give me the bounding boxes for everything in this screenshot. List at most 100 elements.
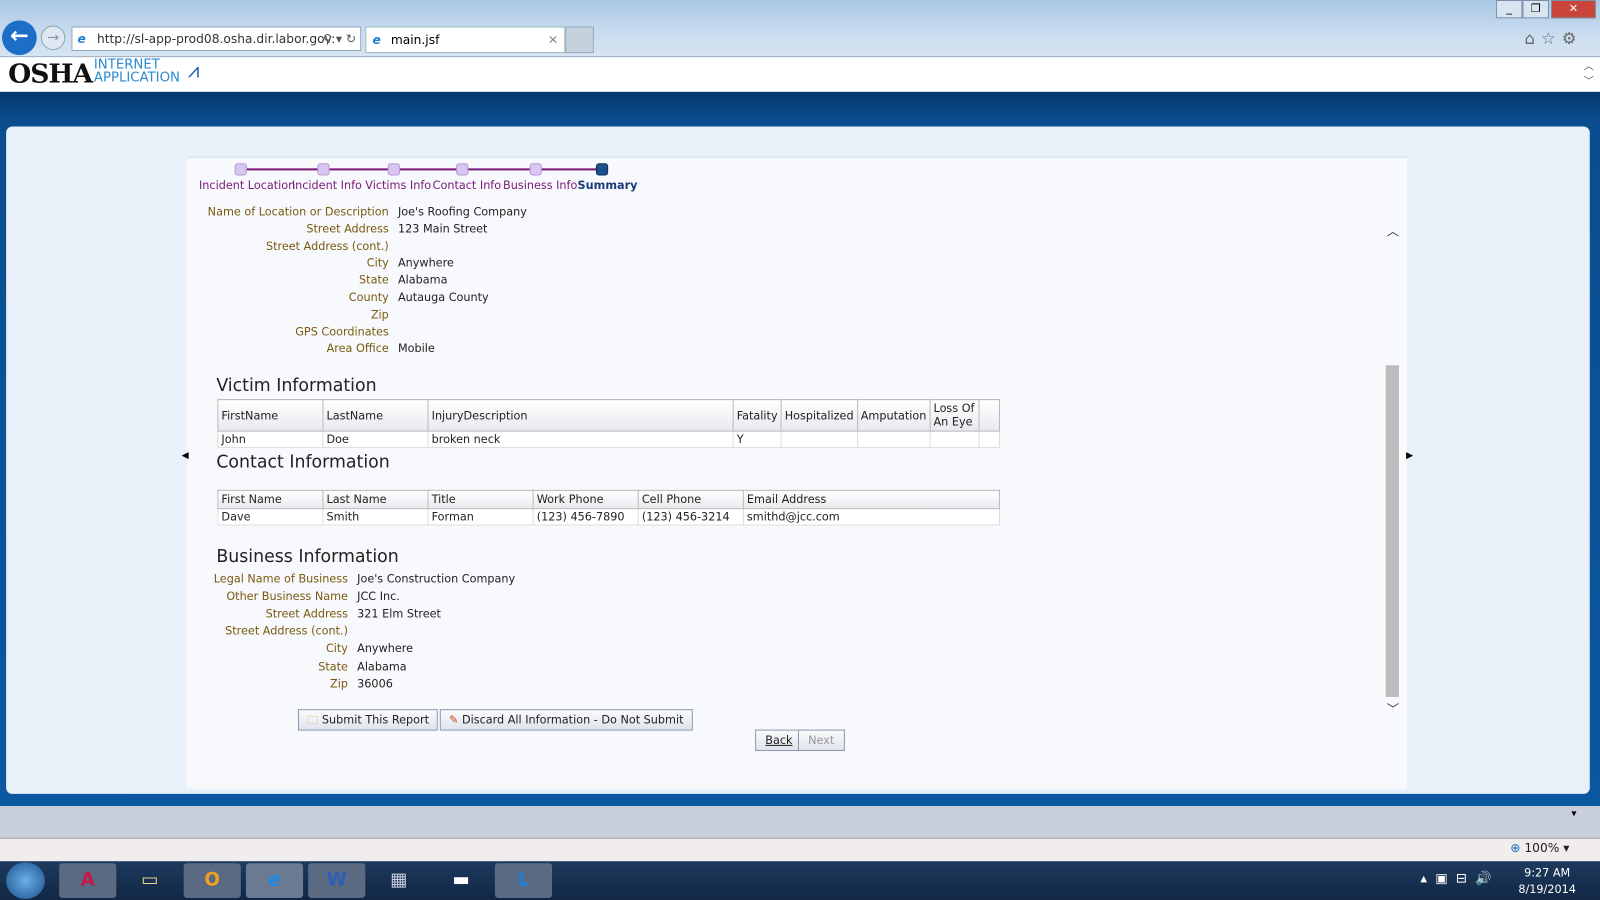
minimize-button[interactable]: _ (1495, 0, 1523, 19)
address-bar[interactable]: e http://sl-app-prod08.osha.dir.labor.gov… (71, 26, 362, 52)
field-value: 123 Main Street (397, 222, 488, 236)
time: 9:27 AM (1524, 866, 1571, 880)
system-tray-icons[interactable]: ▴▣⊟🔊 (1420, 871, 1499, 886)
step-summary[interactable]: Summary (578, 179, 638, 192)
next-button[interactable]: Next (797, 729, 845, 752)
home-favorites-settings-icons[interactable]: ⌂☆⚙ (1524, 29, 1582, 48)
cell: Dave (217, 508, 324, 526)
logo-sub2: APPLICATION (93, 70, 180, 86)
col-header[interactable]: FirstName (217, 398, 324, 432)
explorer-icon[interactable]: ▭ (121, 863, 178, 898)
col-header[interactable]: InjuryDescription (427, 398, 734, 432)
date: 8/19/2014 (1518, 882, 1576, 896)
col-header[interactable]: Email Address (742, 489, 1000, 510)
step-dot[interactable] (529, 163, 542, 176)
col-header (978, 398, 1000, 432)
footer-dropdown-icon[interactable]: ▾ (1571, 808, 1576, 819)
col-header[interactable]: Work Phone (532, 489, 639, 510)
step-dot[interactable] (317, 163, 330, 176)
contact-table: First Name Last Name Title Work Phone Cell P… (217, 489, 1000, 526)
wizard-line (240, 168, 603, 171)
ie-icon: e (77, 31, 86, 46)
field-label: GPS Coordinates (295, 325, 389, 339)
step-victims-info[interactable]: Victims Info (365, 179, 431, 192)
field-label: Street Address (306, 222, 389, 236)
field-value: Anywhere (397, 256, 454, 270)
step-dot[interactable] (456, 163, 469, 176)
collapse-left-icon[interactable]: ◀ (182, 451, 189, 461)
cell: Forman (427, 508, 534, 526)
eraser-icon: ✎ (448, 713, 459, 727)
col-header[interactable]: LastName (322, 398, 429, 432)
search-refresh-icon[interactable]: ⚲ ▾ ↻ (323, 28, 356, 50)
table-row[interactable]: John Doe broken neck Y (217, 430, 1000, 448)
col-header[interactable]: Cell Phone (637, 489, 744, 510)
access-icon[interactable]: A (59, 863, 117, 898)
victim-table: FirstName LastName InjuryDescription Fatali… (217, 398, 1000, 448)
cell: Smith (322, 508, 429, 526)
col-header[interactable]: Title (427, 489, 534, 510)
cell: Doe (322, 430, 429, 448)
step-dot[interactable] (387, 163, 400, 176)
window-icon[interactable]: ▬ (433, 863, 490, 898)
back-button[interactable]: Back (755, 729, 803, 752)
col-header[interactable]: First Name (217, 489, 324, 510)
compass-logo-icon: ⩘ (187, 58, 200, 83)
col-header[interactable]: Amputation (856, 398, 931, 432)
step-dot-current[interactable] (595, 163, 609, 176)
browser-statusbar (0, 838, 1600, 862)
step-incident-info[interactable]: Incident Info (292, 179, 362, 192)
field-label: State (318, 659, 348, 673)
header-scroll-icon[interactable]: ︿ ﹀ (1584, 57, 1594, 88)
zoom-icon: ⊕ (1510, 840, 1521, 856)
scroll-up-icon[interactable]: ︿ (1387, 222, 1399, 239)
field-value: 36006 (357, 677, 393, 691)
cell (780, 430, 858, 448)
field-value: Anywhere (357, 642, 414, 656)
field-value: Mobile (397, 342, 435, 356)
step-incident-location[interactable]: Incident Location (199, 179, 295, 192)
lync-icon[interactable]: L (494, 863, 553, 898)
new-tab-button[interactable] (565, 26, 594, 54)
field-value: Joe's Roofing Company (397, 205, 527, 219)
ie-taskbar-icon[interactable]: e (245, 863, 304, 898)
maximize-button[interactable]: ❐ (1522, 0, 1549, 19)
business-title: Business Information (216, 546, 399, 568)
contact-title: Contact Information (216, 452, 390, 473)
zoom-level[interactable]: ⊕ 100% ▾ (1510, 841, 1569, 855)
close-tab-icon[interactable]: ✕ (548, 28, 558, 52)
outlook-icon[interactable]: O (183, 863, 241, 898)
word-icon[interactable]: W (308, 863, 366, 898)
cell (856, 430, 931, 448)
step-business-info[interactable]: Business Info (503, 179, 577, 192)
browser-tab[interactable]: e main.jsf ✕ (365, 26, 566, 54)
step-dot[interactable] (234, 163, 247, 176)
col-header[interactable]: Hospitalized (780, 398, 858, 432)
col-header[interactable]: Fatality (732, 398, 782, 432)
step-contact-info[interactable]: Contact Info (433, 179, 501, 192)
folder-icon: 🗀 (307, 713, 319, 727)
submit-label: Submit This Report (321, 713, 430, 727)
scroll-thumb[interactable] (1385, 365, 1399, 697)
field-label: Street Address (265, 607, 348, 621)
app-header (0, 56, 1600, 92)
url-text: http://sl-app-prod08.osha.dir.labor.gov: (96, 31, 336, 46)
logo-subtitle: INTERNET APPLICATION (94, 58, 180, 85)
victim-title: Victim Information (216, 375, 377, 396)
clock[interactable]: 9:27 AM 8/19/2014 (1518, 865, 1576, 898)
col-header[interactable]: Last Name (322, 489, 429, 510)
collapse-right-icon[interactable]: ▶ (1406, 451, 1413, 461)
discard-button[interactable]: ✎ Discard All Information - Do Not Submi… (439, 709, 693, 731)
forward-arrow-icon[interactable]: → (40, 25, 66, 50)
calculator-icon[interactable]: ▦ (370, 863, 427, 898)
cell: smithd@jcc.com (742, 508, 1000, 526)
close-window-button[interactable]: ✕ (1551, 0, 1596, 19)
back-arrow-icon[interactable]: ← (2, 20, 37, 56)
submit-report-button[interactable]: 🗀 Submit This Report (297, 709, 439, 731)
field-label: Area Office (326, 342, 389, 356)
scroll-down-icon[interactable]: ﹀ (1387, 700, 1399, 717)
table-row[interactable]: Dave Smith Forman (123) 456-7890 (123) 456-3… (217, 508, 1000, 526)
field-value: Alabama (397, 273, 448, 287)
col-header[interactable]: Loss Of An Eye (929, 398, 980, 432)
start-button[interactable] (6, 862, 45, 899)
